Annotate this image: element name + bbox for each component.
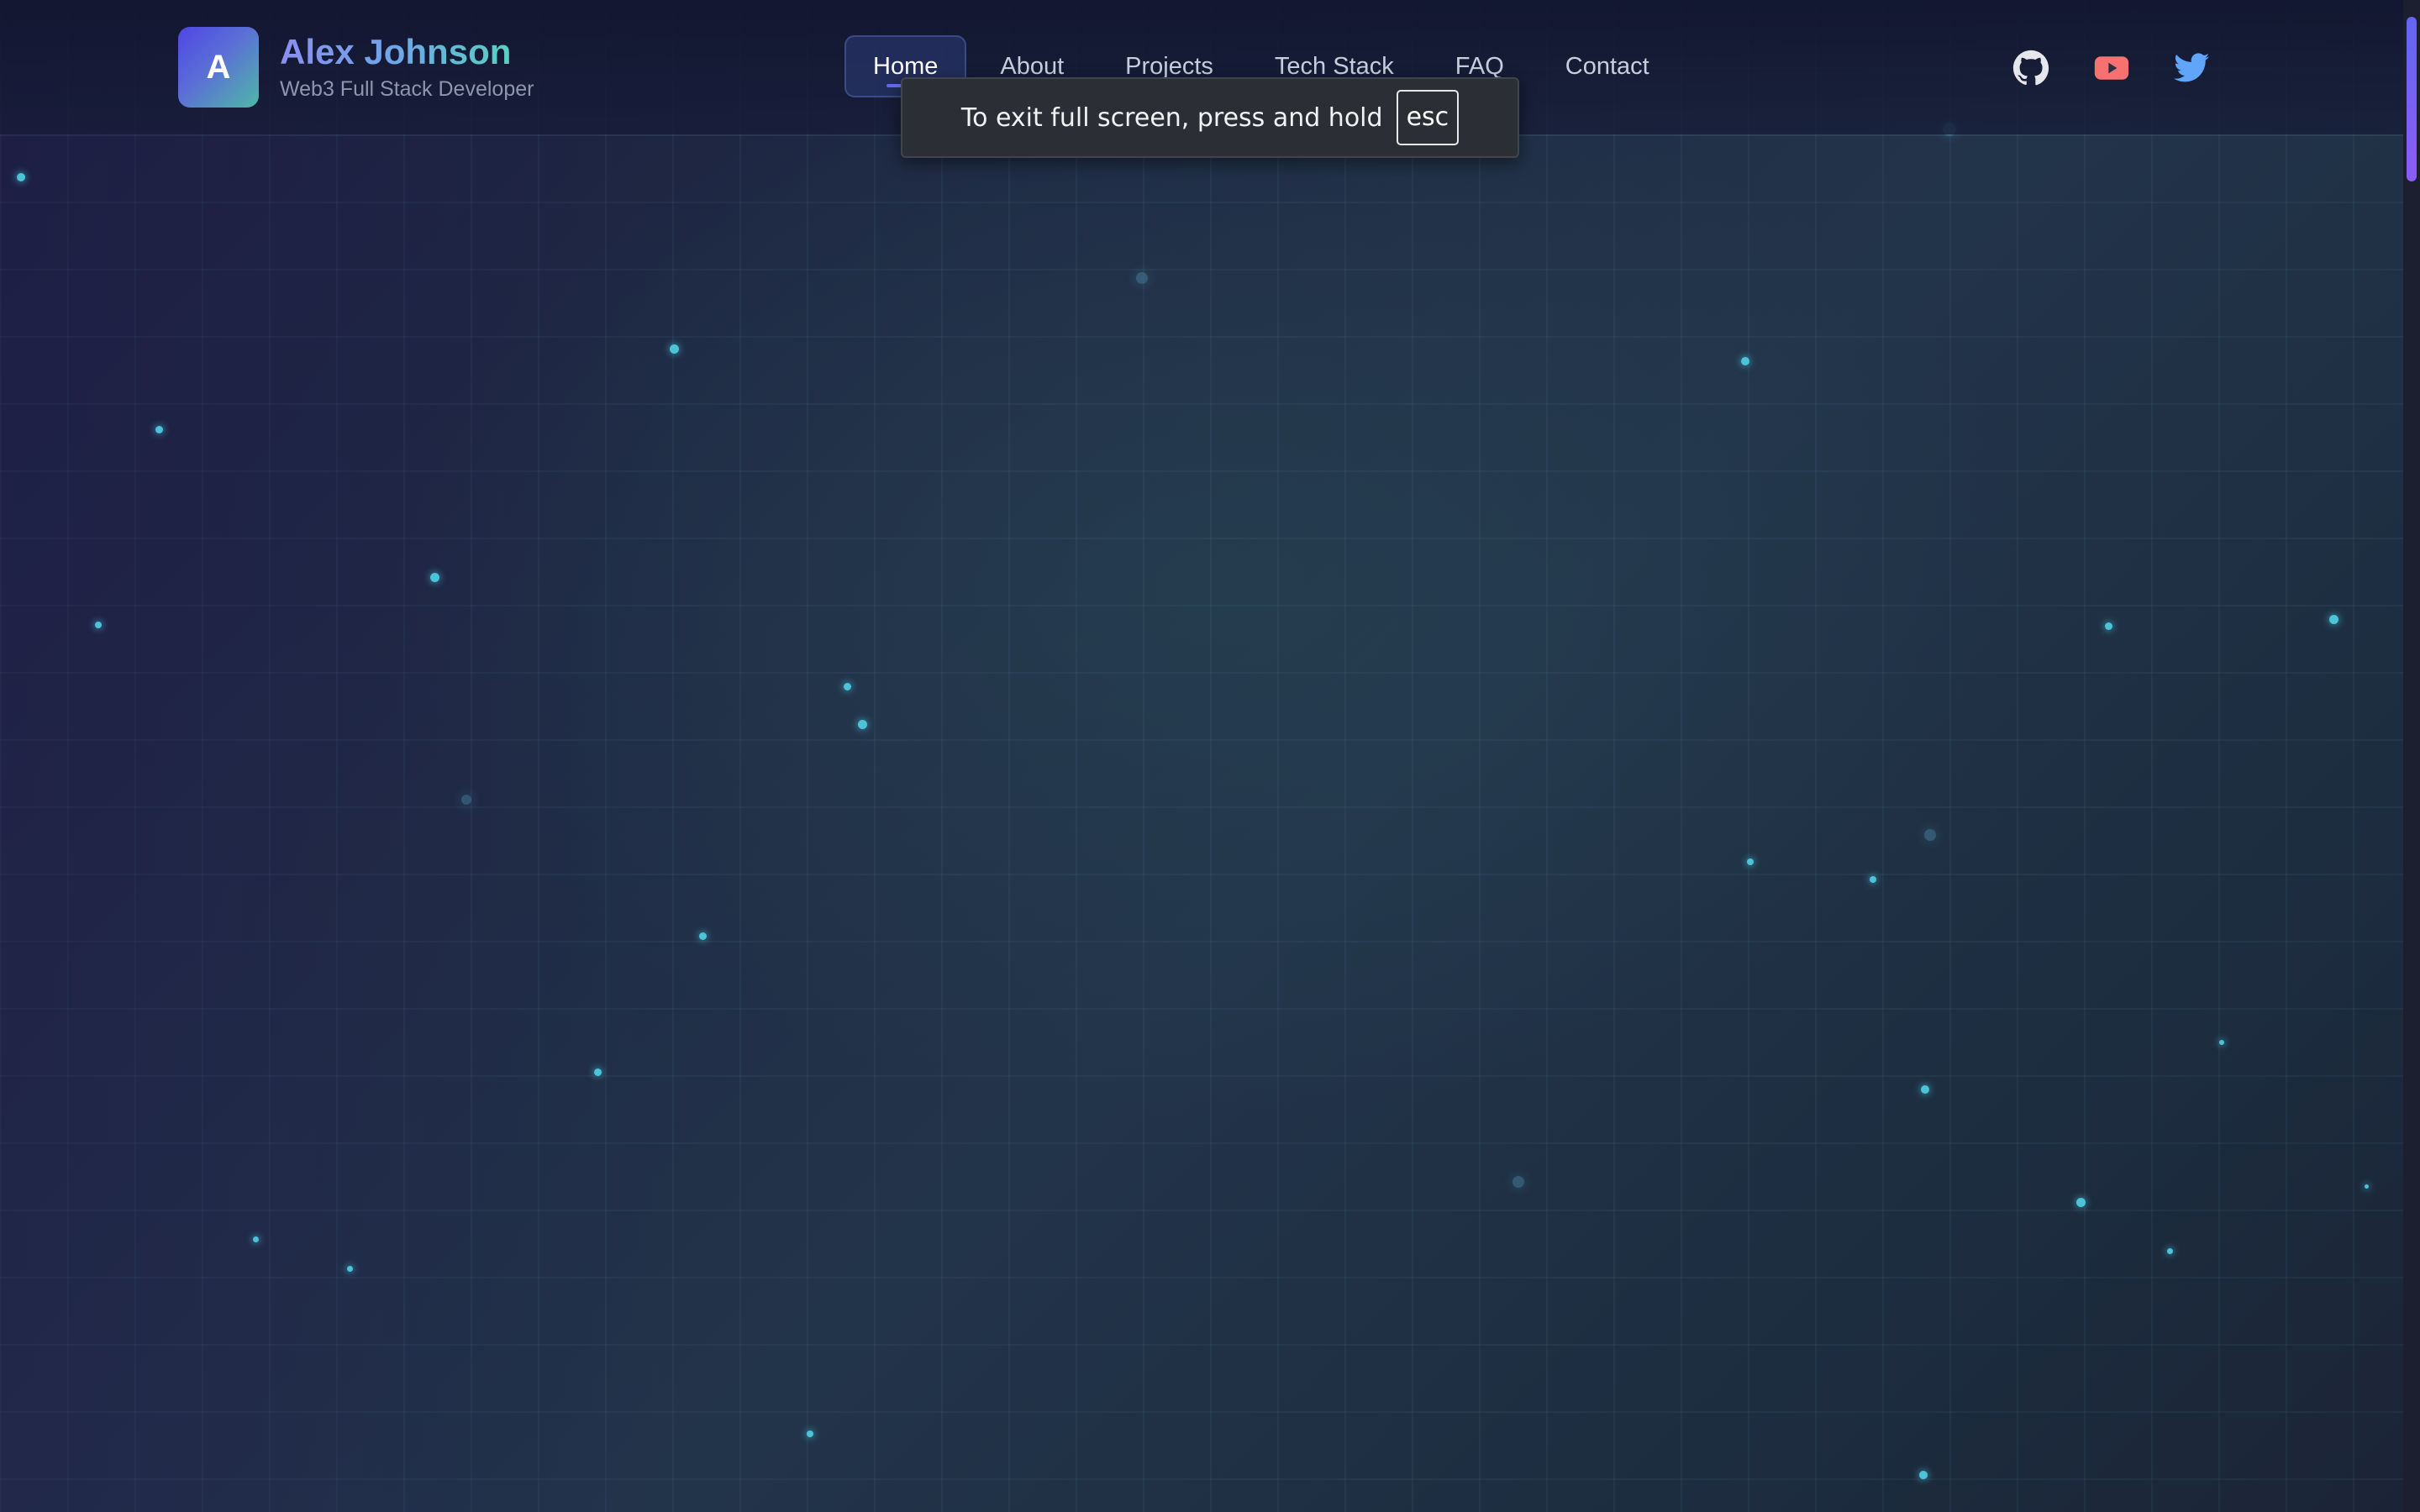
nav-home-label: Home xyxy=(873,52,939,80)
fullscreen-exit-notice: To exit full screen, press and hold esc xyxy=(901,77,1519,158)
particle xyxy=(844,683,851,690)
esc-key-badge: esc xyxy=(1396,90,1460,145)
particle xyxy=(2076,1198,2086,1207)
nav-projects-label: Projects xyxy=(1125,52,1213,80)
youtube-icon xyxy=(2094,56,2129,80)
particle xyxy=(594,1068,602,1076)
particle xyxy=(2105,622,2112,630)
twitter-link[interactable] xyxy=(2173,49,2212,87)
particle xyxy=(699,932,707,940)
particle xyxy=(461,795,471,805)
particle xyxy=(1919,1471,1928,1479)
particle xyxy=(2219,1040,2224,1045)
scrollbar-thumb[interactable] xyxy=(2407,17,2417,181)
particle xyxy=(1741,357,1749,365)
particle xyxy=(2329,615,2338,624)
youtube-link[interactable] xyxy=(2092,49,2131,87)
particle xyxy=(807,1431,813,1437)
fullscreen-notice-text: To exit full screen, press and hold xyxy=(960,102,1383,133)
particle-field xyxy=(0,0,2403,1512)
logo-letter: A xyxy=(206,48,231,86)
particle xyxy=(2167,1248,2173,1254)
particle xyxy=(95,622,102,628)
page-scrollbar[interactable] xyxy=(2403,0,2420,1512)
logo-avatar[interactable]: A xyxy=(178,27,259,108)
particle xyxy=(17,173,25,181)
particle xyxy=(2365,1184,2369,1189)
nav-contact[interactable]: Contact xyxy=(1565,35,1649,97)
particle xyxy=(155,426,163,433)
nav-tech-stack-label: Tech Stack xyxy=(1274,52,1394,80)
particle xyxy=(1870,876,1876,883)
github-icon xyxy=(2012,50,2049,86)
particle xyxy=(430,573,439,582)
nav-faq-label: FAQ xyxy=(1455,52,1504,80)
twitter-icon xyxy=(2174,53,2210,82)
nav-contact-label: Contact xyxy=(1565,52,1649,80)
particle xyxy=(1747,858,1754,865)
particle xyxy=(347,1266,353,1272)
particle xyxy=(1921,1085,1929,1094)
particle xyxy=(858,720,867,729)
particle xyxy=(1924,829,1936,841)
particle xyxy=(670,344,679,354)
nav-about-label: About xyxy=(1000,52,1065,80)
brand-name[interactable]: Alex Johnson xyxy=(280,32,511,72)
brand-subtitle: Web3 Full Stack Developer xyxy=(280,77,534,101)
particle xyxy=(1512,1176,1524,1188)
github-link[interactable] xyxy=(2012,49,2050,87)
particle xyxy=(1136,272,1148,284)
particle xyxy=(253,1236,259,1242)
